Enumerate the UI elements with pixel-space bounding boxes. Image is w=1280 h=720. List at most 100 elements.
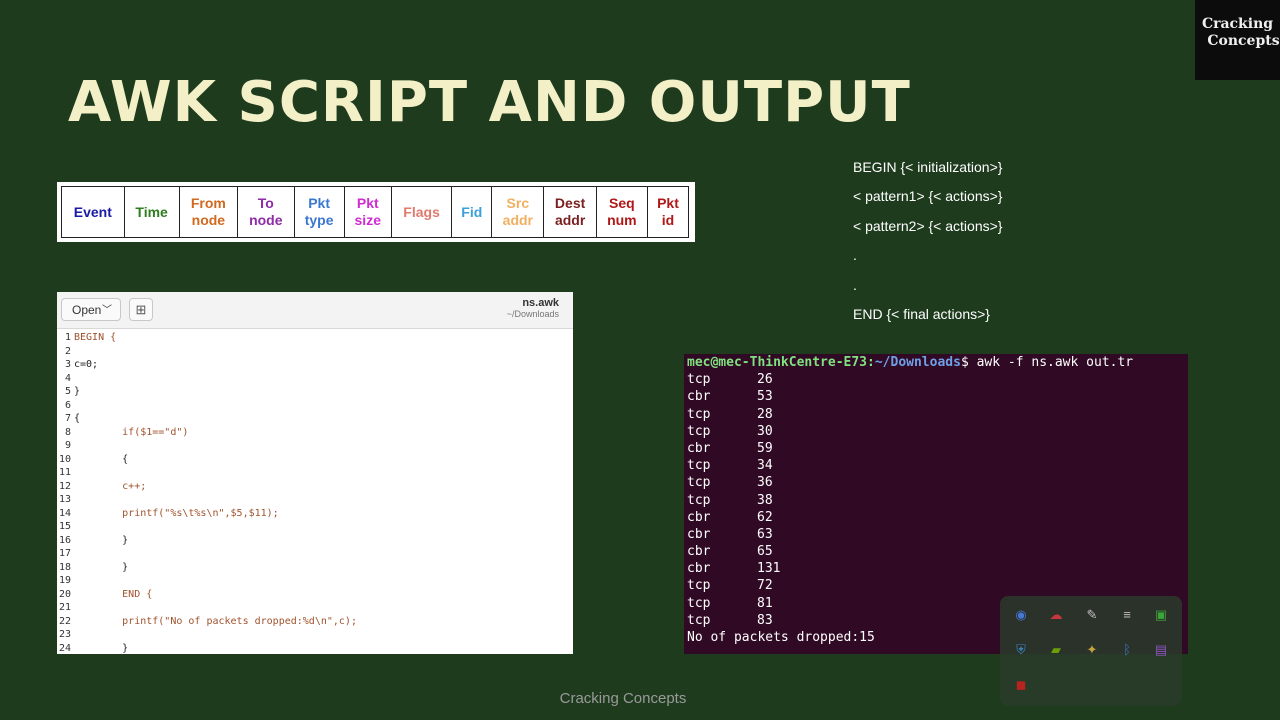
code-line: 17 <box>57 547 573 561</box>
open-button[interactable]: Open ﹀ <box>61 298 121 321</box>
code-line: 9 <box>57 439 573 453</box>
packet-type: tcp <box>687 612 711 628</box>
code-line: 15 <box>57 520 573 534</box>
terminal-output: tcp 26 cbr 53 tcp 28 tcp 30 cbr 59 tcp 34 tcp 36 tcp 38… <box>684 371 1188 629</box>
onenote-icon[interactable]: ▤ <box>1152 641 1170 659</box>
color-picker-icon[interactable]: ✦ <box>1083 641 1101 659</box>
packet-type: tcp <box>687 475 711 491</box>
trace-field-line1: Src <box>506 195 530 211</box>
packet-type: cbr <box>687 389 711 405</box>
trace-field-cell: Pkt size <box>343 186 392 238</box>
packet-id: 38 <box>757 492 773 508</box>
terminal-output-row: cbr 131 <box>684 560 1188 577</box>
nvidia-icon[interactable]: ▰ <box>1047 641 1065 659</box>
code-text: } <box>74 386 81 397</box>
line-number: 20 <box>58 588 71 600</box>
trace-field-line1: Time <box>135 203 168 220</box>
trace-field-line1: Pkt <box>356 195 379 211</box>
app-green-icon[interactable]: ▣ <box>1152 606 1170 624</box>
line-number: 15 <box>58 521 71 532</box>
terminal-output-row: tcp 38 <box>684 492 1188 509</box>
trace-field-line1: To <box>257 195 274 211</box>
packet-id: 65 <box>757 544 773 560</box>
packet-id: 83 <box>757 612 773 628</box>
packet-type: cbr <box>687 544 711 560</box>
terminal-output-row: cbr 62 <box>684 509 1188 526</box>
code-line: 1 BEGIN { <box>57 331 573 345</box>
trace-field-line2: addr <box>554 212 586 228</box>
trace-field-line1: Pkt <box>308 195 330 211</box>
line-number: 19 <box>58 575 71 586</box>
line-number: 2 <box>64 345 71 357</box>
trace-field-table: Event Time From node To node Pkt type Pkt size Fla… <box>61 186 690 238</box>
packet-type: tcp <box>687 372 711 388</box>
logo-line-1: Cracking <box>1201 16 1274 32</box>
prompt-user-host: mec@mec-ThinkCentre-E73 <box>687 355 868 370</box>
line-number: 10 <box>58 453 71 465</box>
code-line: 8 if($1=="d") <box>57 426 573 440</box>
terminal-prompt-line: mec@mec-ThinkCentre-E73:~/Downloads$ awk… <box>684 354 1188 371</box>
packet-id: 131 <box>757 561 781 577</box>
packet-id: 53 <box>757 389 773 405</box>
editor-filepath: ~/Downloads <box>506 309 559 319</box>
line-number: 24 <box>58 642 71 654</box>
code-line: 18 } <box>57 561 573 575</box>
code-line: 10 { <box>57 453 573 467</box>
code-text: { <box>74 453 129 465</box>
syntax-line: BEGIN {< initialization>} <box>853 159 1003 175</box>
cloud-off-icon[interactable]: ☁ <box>1047 606 1065 624</box>
bluetooth-icon[interactable]: ᛒ <box>1118 641 1136 659</box>
prompt-path: ~/Downloads <box>874 355 961 370</box>
code-text: c=0; <box>74 359 99 370</box>
code-line: 19 <box>57 574 573 588</box>
code-line: 21 <box>57 601 573 615</box>
trace-field-cell: Dest addr <box>543 186 597 238</box>
packet-type: tcp <box>687 578 711 594</box>
editor-code-area[interactable]: 1 BEGIN {2 3 c=0; 4 5} 6 7{8 if($1=="d") 9 10 {11… <box>57 329 573 654</box>
pen-icon[interactable]: ✎ <box>1083 606 1101 624</box>
code-line: 13 <box>57 493 573 507</box>
terminal-output-row: tcp 34 <box>684 457 1188 474</box>
trace-field-line2: num <box>607 212 637 228</box>
trace-field-cell: From node <box>178 186 239 238</box>
chrome-icon[interactable]: ◉ <box>1012 606 1030 624</box>
code-line: 23 <box>57 628 573 642</box>
packet-type: tcp <box>687 458 711 474</box>
packet-id: 72 <box>757 578 773 594</box>
terminal-output-row: tcp 26 <box>684 371 1188 388</box>
shield-icon[interactable]: ⛨ <box>1012 641 1030 659</box>
terminal-output-row: cbr 59 <box>684 440 1188 457</box>
trace-field-line2: addr <box>502 212 533 228</box>
trace-field-row: Event Time From node To node Pkt type Pkt size Fla… <box>61 186 690 238</box>
code-text: } <box>74 534 129 546</box>
new-document-button[interactable]: ⊞ <box>129 298 153 321</box>
terminal-output-row: tcp 36 <box>684 474 1188 491</box>
trace-field-line1: Fid <box>461 203 483 220</box>
trace-field-cell: Event <box>61 186 125 238</box>
code-text: END { <box>74 588 153 600</box>
line-number: 17 <box>58 548 71 559</box>
packet-type: tcp <box>687 406 711 422</box>
code-text: printf("%s\t%s\n",$5,$11); <box>74 507 279 519</box>
code-line: 7{ <box>57 412 573 426</box>
terminal-output-row: cbr 63 <box>684 526 1188 543</box>
line-number: 16 <box>58 534 71 546</box>
terminal-output-row: tcp 72 <box>684 577 1188 594</box>
trace-field-line1: Seq <box>609 195 635 211</box>
code-line: 11 <box>57 466 573 480</box>
code-line: 14 printf("%s\t%s\n",$5,$11); <box>57 507 573 521</box>
trace-field-line2: id <box>661 212 675 228</box>
line-number: 22 <box>58 615 71 627</box>
packet-id: 34 <box>757 458 773 474</box>
trace-field-cell: Seq num <box>595 186 648 238</box>
trace-field-cell: Pkt type <box>293 186 345 238</box>
packet-id: 30 <box>757 423 773 439</box>
line-number: 12 <box>58 480 71 492</box>
packet-id: 36 <box>757 475 773 491</box>
trace-field-cell: To node <box>237 186 295 238</box>
packet-type: cbr <box>687 509 711 525</box>
cast-icon[interactable]: ≡ <box>1118 606 1136 624</box>
line-number: 14 <box>58 507 71 519</box>
editor-file-info: ns.awk ~/Downloads <box>507 297 559 319</box>
line-number: 6 <box>64 399 71 411</box>
